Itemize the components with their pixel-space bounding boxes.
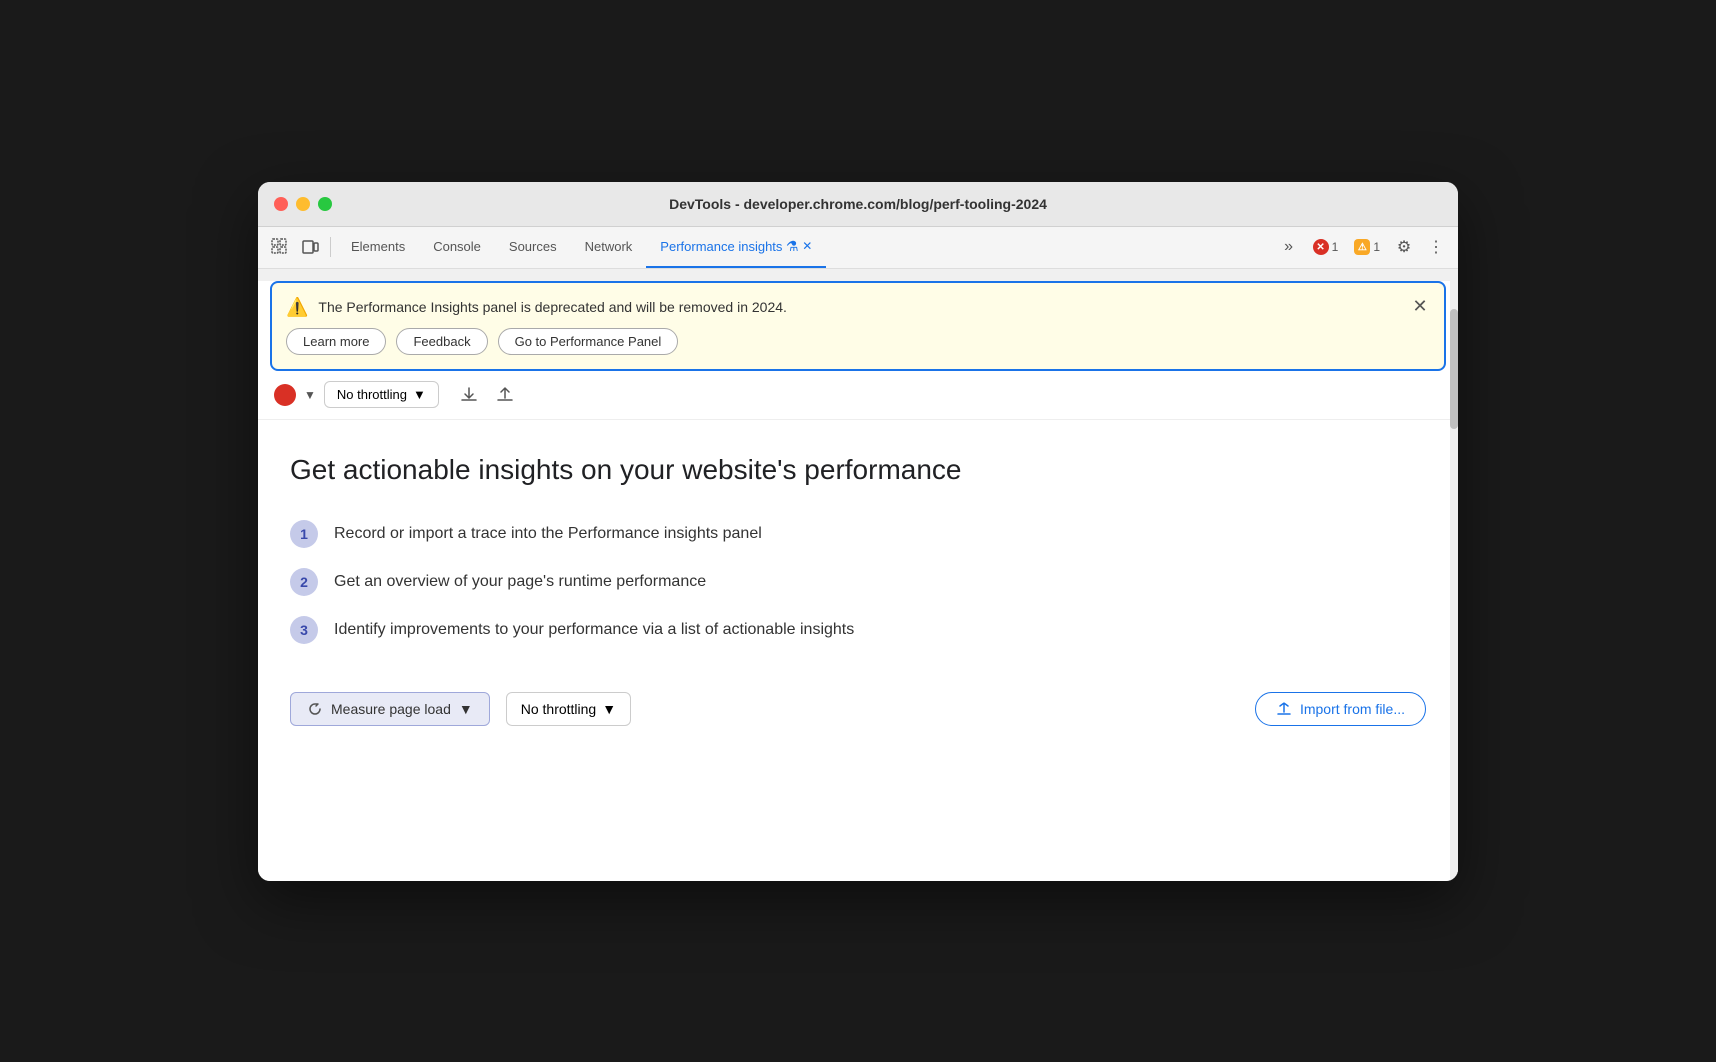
- tab-console[interactable]: Console: [419, 227, 495, 268]
- error-badge[interactable]: ✕ 1: [1307, 236, 1345, 258]
- tab-elements[interactable]: Elements: [337, 227, 419, 268]
- bottom-actions: Measure page load ▼ No throttling ▼ Impo…: [290, 692, 1426, 726]
- banner-buttons: Learn more Feedback Go to Performance Pa…: [286, 328, 1404, 355]
- titlebar: DevTools - developer.chrome.com/blog/per…: [258, 182, 1458, 227]
- recording-bar: ▼ No throttling ▼: [258, 371, 1458, 420]
- step-number-1: 1: [290, 520, 318, 548]
- deprecation-banner: ✕ ⚠️ The Performance Insights panel is d…: [270, 281, 1446, 371]
- step-text-3: Identify improvements to your performanc…: [334, 621, 854, 639]
- device-toggle-icon[interactable]: [296, 233, 324, 261]
- learn-more-button[interactable]: Learn more: [286, 328, 386, 355]
- warning-badge[interactable]: ⚠ 1: [1348, 236, 1386, 258]
- throttle-select-top[interactable]: No throttling ▼: [324, 381, 439, 408]
- close-banner-button[interactable]: ✕: [1408, 295, 1432, 319]
- list-item: 3 Identify improvements to your performa…: [290, 616, 1426, 644]
- minimize-button[interactable]: [296, 197, 310, 211]
- toolbar-divider: [330, 237, 331, 257]
- feedback-button[interactable]: Feedback: [396, 328, 487, 355]
- close-button[interactable]: [274, 197, 288, 211]
- error-icon: ✕: [1313, 239, 1329, 255]
- banner-message-row: ⚠️ The Performance Insights panel is dep…: [286, 297, 1404, 318]
- main-content: Get actionable insights on your website'…: [258, 420, 1458, 766]
- step-number-3: 3: [290, 616, 318, 644]
- throttle-arrow-top: ▼: [413, 387, 426, 402]
- warning-icon: ⚠: [1354, 239, 1370, 255]
- refresh-icon: [307, 701, 323, 717]
- close-tab-icon[interactable]: ✕: [802, 239, 812, 253]
- performance-insights-icon: ⚗: [786, 238, 799, 255]
- measure-page-load-button[interactable]: Measure page load ▼: [290, 692, 490, 726]
- maximize-button[interactable]: [318, 197, 332, 211]
- export-icon[interactable]: [455, 381, 483, 409]
- banner-warning-icon: ⚠️: [286, 297, 308, 318]
- import-export-buttons: [455, 381, 519, 409]
- scrollbar[interactable]: [1450, 269, 1458, 881]
- step-number-2: 2: [290, 568, 318, 596]
- step-text-1: Record or import a trace into the Perfor…: [334, 525, 762, 543]
- traffic-lights: [274, 197, 332, 211]
- more-tabs-icon[interactable]: »: [1275, 233, 1303, 261]
- tab-sources[interactable]: Sources: [495, 227, 571, 268]
- panel-content: ✕ ⚠️ The Performance Insights panel is d…: [258, 281, 1458, 881]
- devtools-window: DevTools - developer.chrome.com/blog/per…: [258, 182, 1458, 881]
- steps-list: 1 Record or import a trace into the Perf…: [290, 520, 1426, 644]
- devtools-tabs: Elements Console Sources Network Perform…: [337, 227, 1273, 268]
- throttle-label-bottom: No throttling: [521, 701, 596, 717]
- scrollbar-thumb[interactable]: [1450, 309, 1458, 429]
- go-to-performance-panel-button[interactable]: Go to Performance Panel: [498, 328, 679, 355]
- cursor-icon[interactable]: [266, 233, 294, 261]
- main-heading: Get actionable insights on your website'…: [290, 452, 1426, 488]
- record-dropdown-arrow[interactable]: ▼: [304, 388, 316, 402]
- list-item: 1 Record or import a trace into the Perf…: [290, 520, 1426, 548]
- throttle-label-top: No throttling: [337, 387, 407, 402]
- tab-network[interactable]: Network: [571, 227, 647, 268]
- settings-icon[interactable]: ⚙: [1390, 233, 1418, 261]
- import-icon[interactable]: [491, 381, 519, 409]
- step-text-2: Get an overview of your page's runtime p…: [334, 573, 706, 591]
- window-title: DevTools - developer.chrome.com/blog/per…: [669, 196, 1047, 212]
- list-item: 2 Get an overview of your page's runtime…: [290, 568, 1426, 596]
- devtools-toolbar: Elements Console Sources Network Perform…: [258, 227, 1458, 269]
- import-from-file-button[interactable]: Import from file...: [1255, 692, 1426, 726]
- throttle-select-bottom[interactable]: No throttling ▼: [506, 692, 631, 726]
- record-button[interactable]: [274, 384, 296, 406]
- panel-wrapper: ✕ ⚠️ The Performance Insights panel is d…: [258, 269, 1458, 881]
- tab-performance-insights[interactable]: Performance insights ⚗ ✕: [646, 227, 826, 268]
- close-icon: ✕: [1412, 296, 1427, 317]
- banner-text: The Performance Insights panel is deprec…: [318, 297, 787, 318]
- throttle-arrow-bottom: ▼: [602, 701, 616, 717]
- more-options-icon[interactable]: ⋮: [1422, 233, 1450, 261]
- toolbar-right: » ✕ 1 ⚠ 1 ⚙ ⋮: [1275, 233, 1450, 261]
- measure-dropdown-arrow: ▼: [459, 701, 473, 717]
- warning-count: 1: [1373, 240, 1380, 254]
- error-count: 1: [1332, 240, 1339, 254]
- upload-icon: [1276, 701, 1292, 717]
